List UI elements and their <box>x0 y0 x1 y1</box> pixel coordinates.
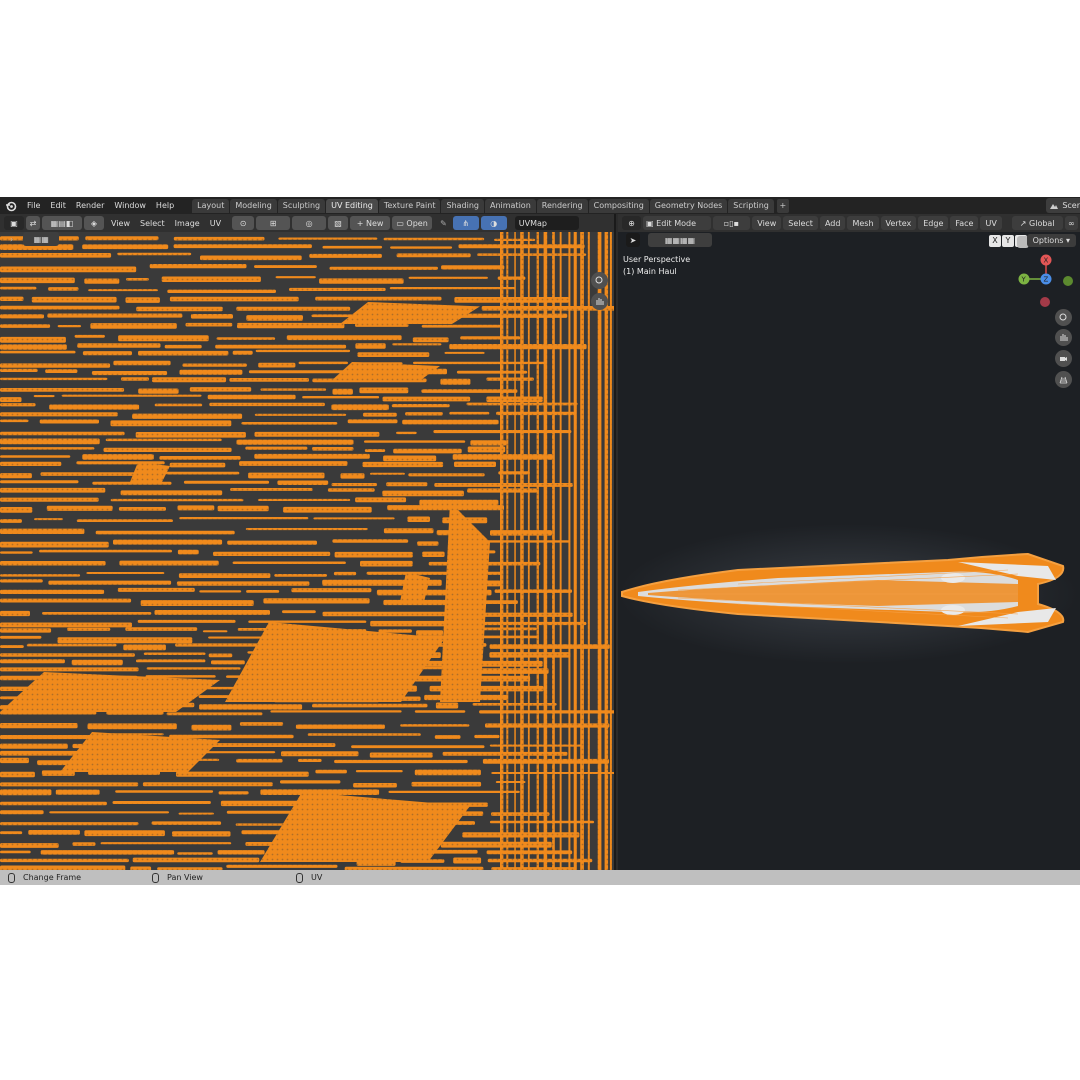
blender-window: File Edit Render Window Help Layout Model… <box>0 197 1080 885</box>
expand-arrow-icon[interactable]: › <box>10 235 13 244</box>
tab-animation[interactable]: Animation <box>484 198 536 213</box>
tab-shading[interactable]: Shading <box>441 198 484 213</box>
uvmap-field[interactable]: UVMap <box>514 216 579 230</box>
vp-menu-vertex[interactable]: Vertex <box>880 216 917 230</box>
gizmo-z-label: Z <box>1044 276 1049 284</box>
gizmo-neg-x <box>1040 297 1050 307</box>
options-label: Options <box>1032 236 1064 245</box>
pan-hand-icon[interactable] <box>591 293 608 310</box>
tab-scripting[interactable]: Scripting <box>728 198 774 213</box>
vp-menu-select[interactable]: Select <box>783 216 818 230</box>
options-button[interactable]: Options ▾ <box>1026 234 1076 247</box>
cursor-tool-icon[interactable]: ➤ <box>626 233 640 247</box>
sync-selection-icon[interactable]: ⇄ <box>26 216 40 230</box>
pin-icon[interactable]: ✎ <box>440 219 447 228</box>
status-middle-label: Pan View <box>167 873 203 882</box>
menu-window[interactable]: Window <box>109 197 151 214</box>
tab-layout[interactable]: Layout <box>192 198 230 213</box>
open-image-button[interactable]: ▭ Open <box>392 216 433 230</box>
image-browse-icon[interactable]: ▧ <box>328 216 349 230</box>
status-left-label: Change Frame <box>23 873 82 882</box>
scene-selector[interactable]: Scer <box>1046 198 1080 213</box>
status-pan-view: Pan View <box>152 872 203 883</box>
axis-lock-x[interactable]: X <box>989 235 1001 247</box>
orientation-label: Global <box>1029 218 1055 228</box>
new-image-label: New <box>365 218 384 228</box>
tab-uv-editing[interactable]: UV Editing <box>326 198 378 213</box>
status-change-frame: Change Frame <box>8 872 82 883</box>
snap-icon[interactable]: ⊞ <box>256 216 291 230</box>
mouse-right-icon <box>296 872 303 883</box>
gizmo-y-label: Y <box>1021 276 1027 284</box>
gizmo-x-label: X <box>1044 257 1049 265</box>
gizmo-neg-y <box>1063 276 1073 286</box>
3d-viewport[interactable]: ⊕ ▣ Edit Mode ▫▯▪ View Select Add Mesh V… <box>618 214 1080 870</box>
tab-sculpting[interactable]: Sculpting <box>277 198 326 213</box>
sticky-selection-icon[interactable]: ◈ <box>84 216 104 230</box>
uv-menu-uv[interactable]: UV <box>205 219 226 228</box>
vp-menu-add[interactable]: Add <box>819 216 846 230</box>
proportional-edit-icon[interactable]: ◎ <box>292 216 327 230</box>
status-uv: UV <box>296 872 323 883</box>
uvmap-label: UVMap <box>518 218 547 228</box>
mode-selector[interactable]: ▣ Edit Mode <box>643 216 711 230</box>
uv-editor[interactable]: ▣ ⇄ ▦▤◧ ◈ View Select Image UV ⊙ ⊞ ◎ ▧ +… <box>0 214 616 870</box>
select-mode-icons[interactable]: ▦▤◧ <box>42 216 82 230</box>
vp-menu-face[interactable]: Face <box>950 216 979 230</box>
vp-menu-mesh[interactable]: Mesh <box>847 216 879 230</box>
camera-view-icon[interactable] <box>1055 350 1072 367</box>
vp-menu-view[interactable]: View <box>752 216 782 230</box>
tab-geometry-nodes[interactable]: Geometry Nodes <box>649 198 728 213</box>
uv-tool-row: › ▦▦ <box>0 232 614 246</box>
uv-display-icon[interactable]: ⋔ <box>452 216 479 230</box>
tab-rendering[interactable]: Rendering <box>536 198 588 213</box>
tool-select-mode-icons[interactable]: ▦▦ <box>23 232 60 246</box>
menu-render[interactable]: Render <box>71 197 109 214</box>
scene-label: Scer <box>1062 201 1080 210</box>
status-bar: Change Frame Pan View UV <box>0 870 1080 885</box>
object-name-label: (1) Main Haul <box>623 267 677 276</box>
add-workspace-button[interactable]: + <box>776 198 789 213</box>
uv-mesh-islands <box>0 232 614 870</box>
zoom-icon[interactable] <box>591 272 608 289</box>
scene-icon <box>1050 203 1059 209</box>
link-icon[interactable]: ∞ <box>1064 216 1078 230</box>
uv-menu-select[interactable]: Select <box>135 219 170 228</box>
menu-help[interactable]: Help <box>151 197 179 214</box>
transform-orientation-selector[interactable]: ↗ Global <box>1011 216 1063 230</box>
uv-menu-view[interactable]: View <box>106 219 135 228</box>
perspective-toggle-icon[interactable] <box>1055 371 1072 388</box>
spaceship-mesh <box>618 524 1078 664</box>
mode-label: Edit Mode <box>656 218 696 228</box>
viewport-pan-hand-icon[interactable] <box>1055 329 1072 346</box>
viewport-header: ⊕ ▣ Edit Mode ▫▯▪ View Select Add Mesh V… <box>618 214 1080 232</box>
viewport-select-mode-icons[interactable]: ▦▦▦▦ <box>648 233 712 247</box>
perspective-label: User Perspective <box>623 255 691 264</box>
viewport-zoom-icon[interactable] <box>1055 309 1072 326</box>
vp-menu-edge[interactable]: Edge <box>918 216 949 230</box>
top-bar: File Edit Render Window Help Layout Model… <box>0 197 1080 214</box>
axis-lock-y[interactable]: Y <box>1002 235 1014 247</box>
uv-menu-image[interactable]: Image <box>170 219 205 228</box>
mouse-left-icon <box>8 872 15 883</box>
workspace-tabs: Layout Modeling Sculpting UV Editing Texture… <box>192 198 789 213</box>
uv-canvas[interactable] <box>0 232 614 870</box>
tab-texture-paint[interactable]: Texture Paint <box>378 198 441 213</box>
status-right-label: UV <box>311 873 323 882</box>
uv-editor-header: ▣ ⇄ ▦▤◧ ◈ View Select Image UV ⊙ ⊞ ◎ ▧ +… <box>0 214 614 232</box>
editor-type-icon[interactable]: ▣ <box>4 216 24 230</box>
mouse-middle-icon <box>152 872 159 883</box>
tab-modeling[interactable]: Modeling <box>230 198 277 213</box>
viewport-editor-type-icon[interactable]: ⊕ <box>622 216 642 230</box>
overlays-icon[interactable]: ◑ <box>480 216 507 230</box>
pivot-icon[interactable]: ⊙ <box>232 216 255 230</box>
vertex-edge-face-icons[interactable]: ▫▯▪ <box>712 216 751 230</box>
menu-edit[interactable]: Edit <box>45 197 71 214</box>
blender-logo-icon[interactable] <box>4 199 18 213</box>
tab-compositing[interactable]: Compositing <box>588 198 649 213</box>
vp-menu-uv[interactable]: UV <box>980 216 1002 230</box>
new-image-button[interactable]: + New <box>350 216 391 230</box>
menu-file[interactable]: File <box>22 197 45 214</box>
open-image-label: Open <box>406 218 428 228</box>
